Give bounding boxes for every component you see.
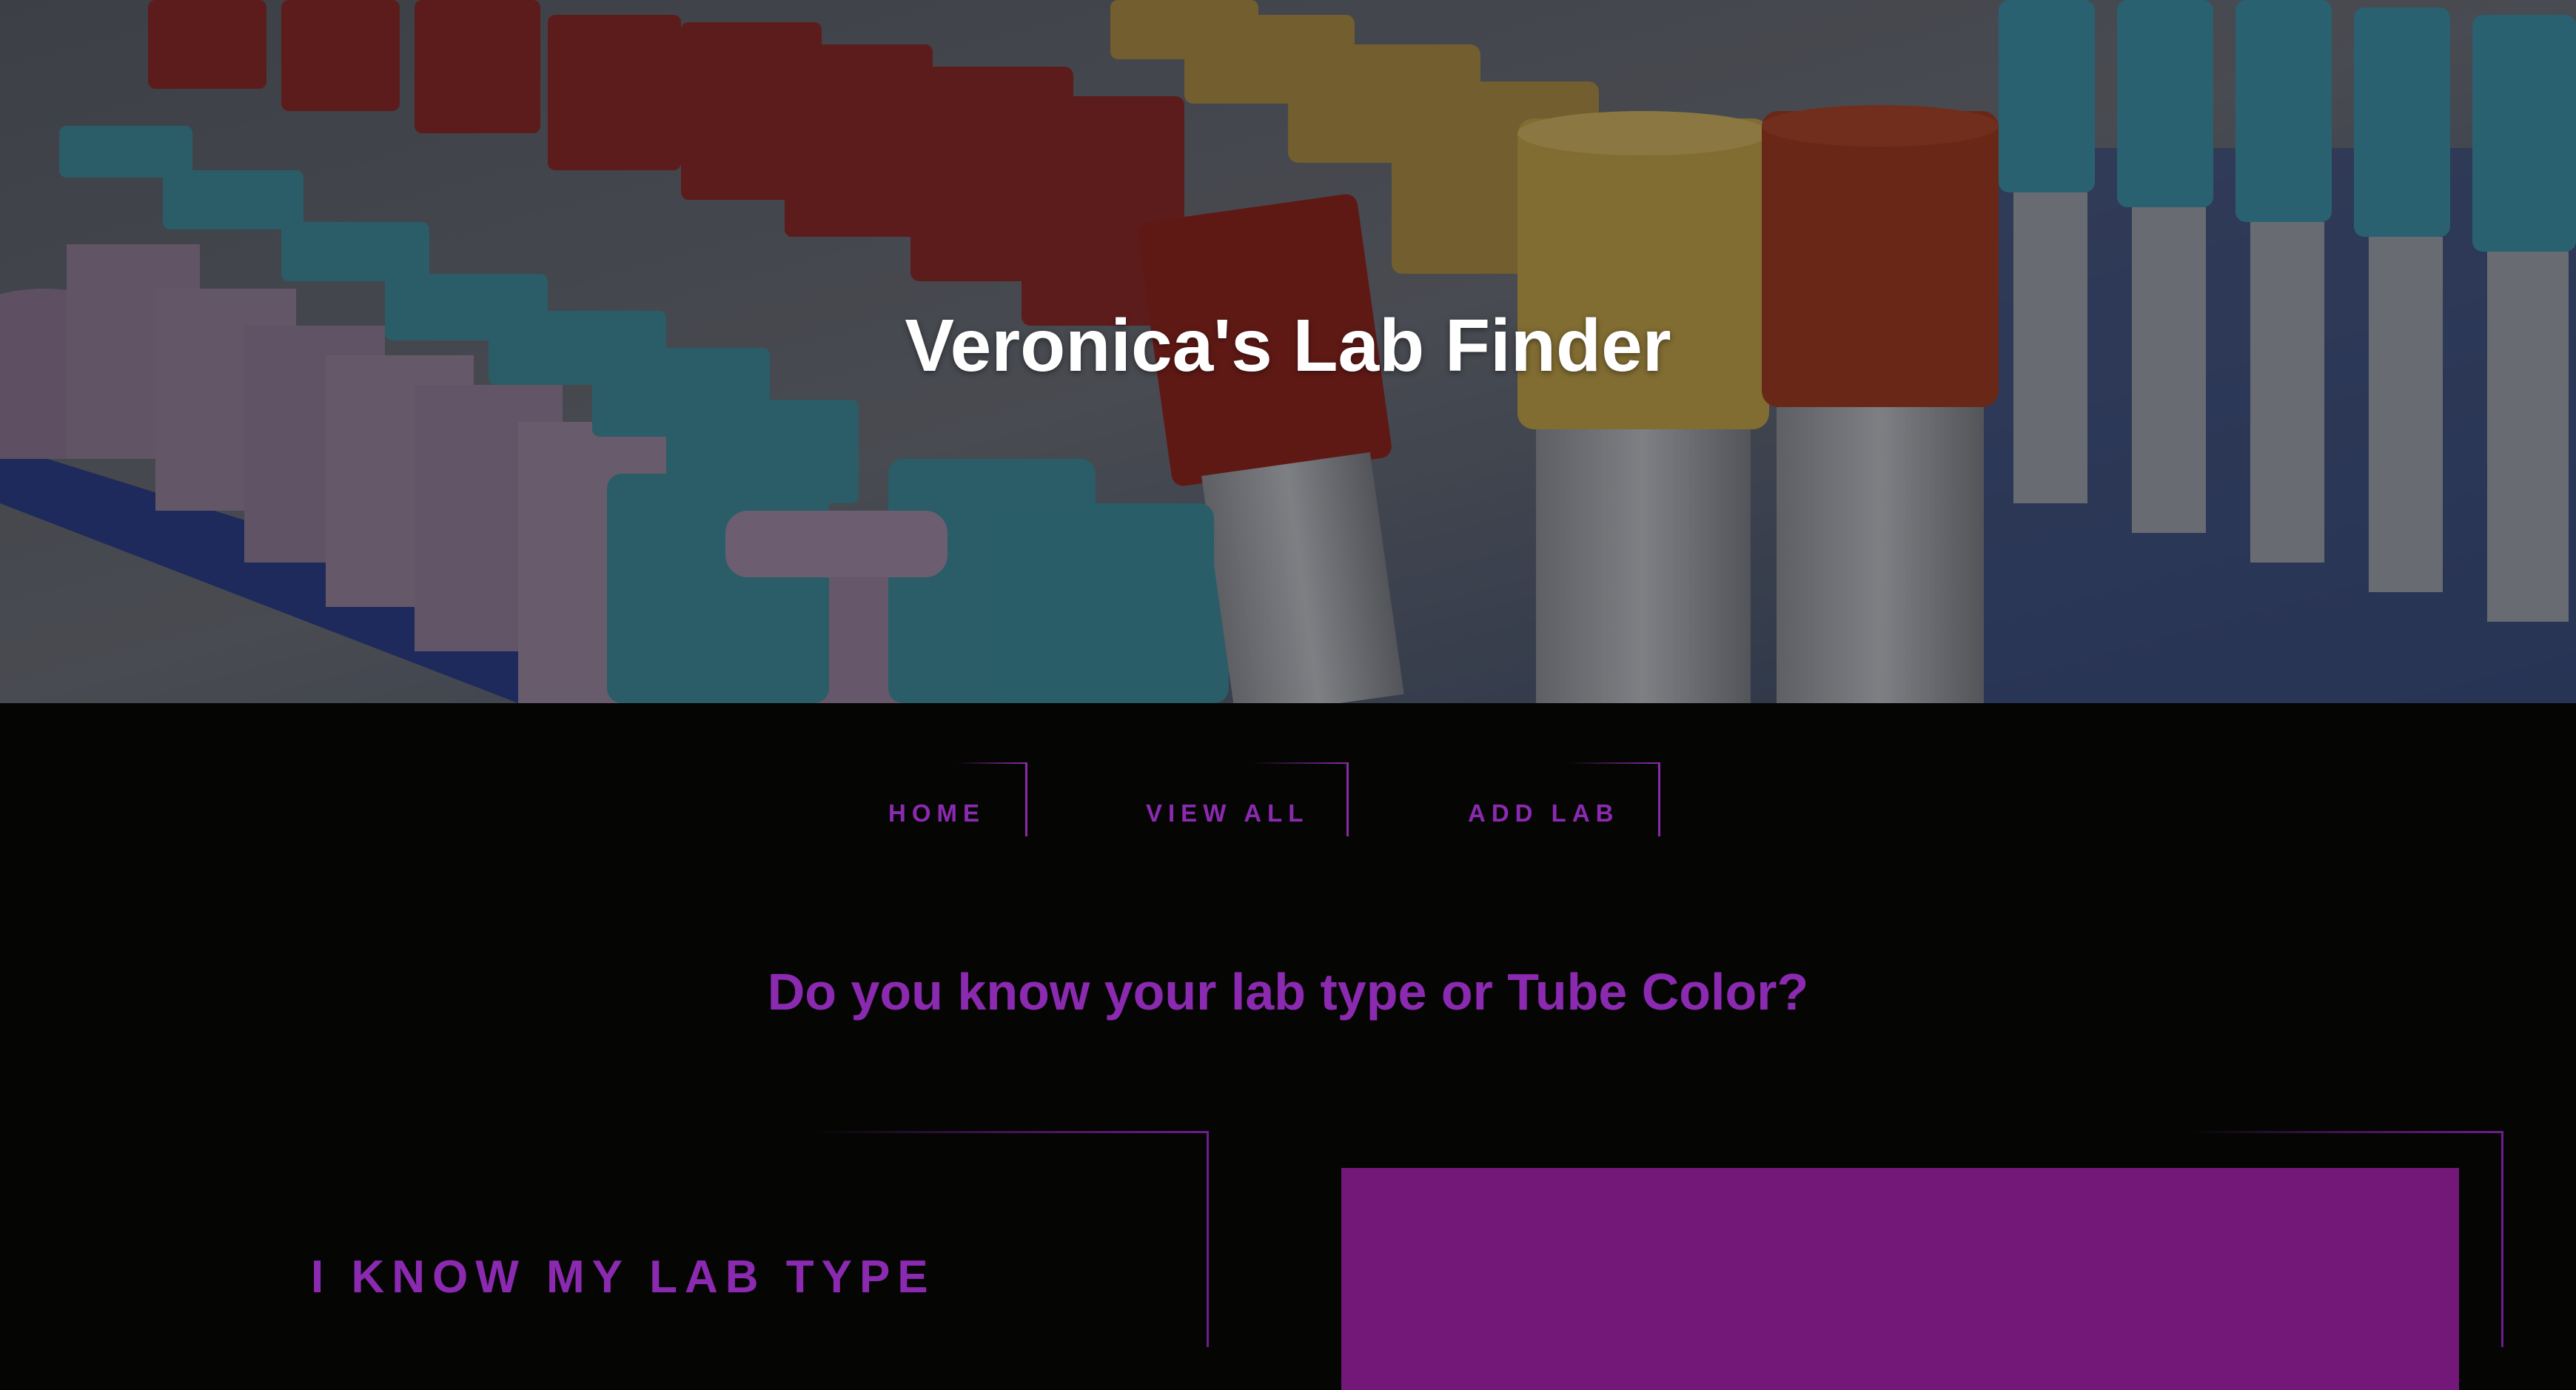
lab-type-card-frame[interactable] — [814, 1131, 1209, 1347]
site-title: Veronica's Lab Finder — [905, 304, 1671, 387]
nav-add-lab[interactable]: ADD LAB — [1432, 762, 1660, 836]
nav-view-all-label[interactable]: VIEW ALL — [1146, 799, 1309, 827]
nav-home[interactable]: HOME — [851, 762, 1027, 836]
main-navigation: HOME VIEW ALL ADD LAB — [0, 762, 2576, 836]
nav-view-all[interactable]: VIEW ALL — [1110, 762, 1349, 836]
lab-question-heading: Do you know your lab type or Tube Color? — [767, 963, 1809, 1021]
hero-banner: Veronica's Lab Finder — [0, 0, 2576, 703]
know-lab-type-option[interactable]: I KNOW MY LAB TYPE — [311, 1251, 936, 1303]
tube-color-panel[interactable] — [1341, 1168, 2459, 1390]
nav-add-lab-label[interactable]: ADD LAB — [1468, 799, 1619, 827]
nav-home-label[interactable]: HOME — [888, 799, 985, 827]
